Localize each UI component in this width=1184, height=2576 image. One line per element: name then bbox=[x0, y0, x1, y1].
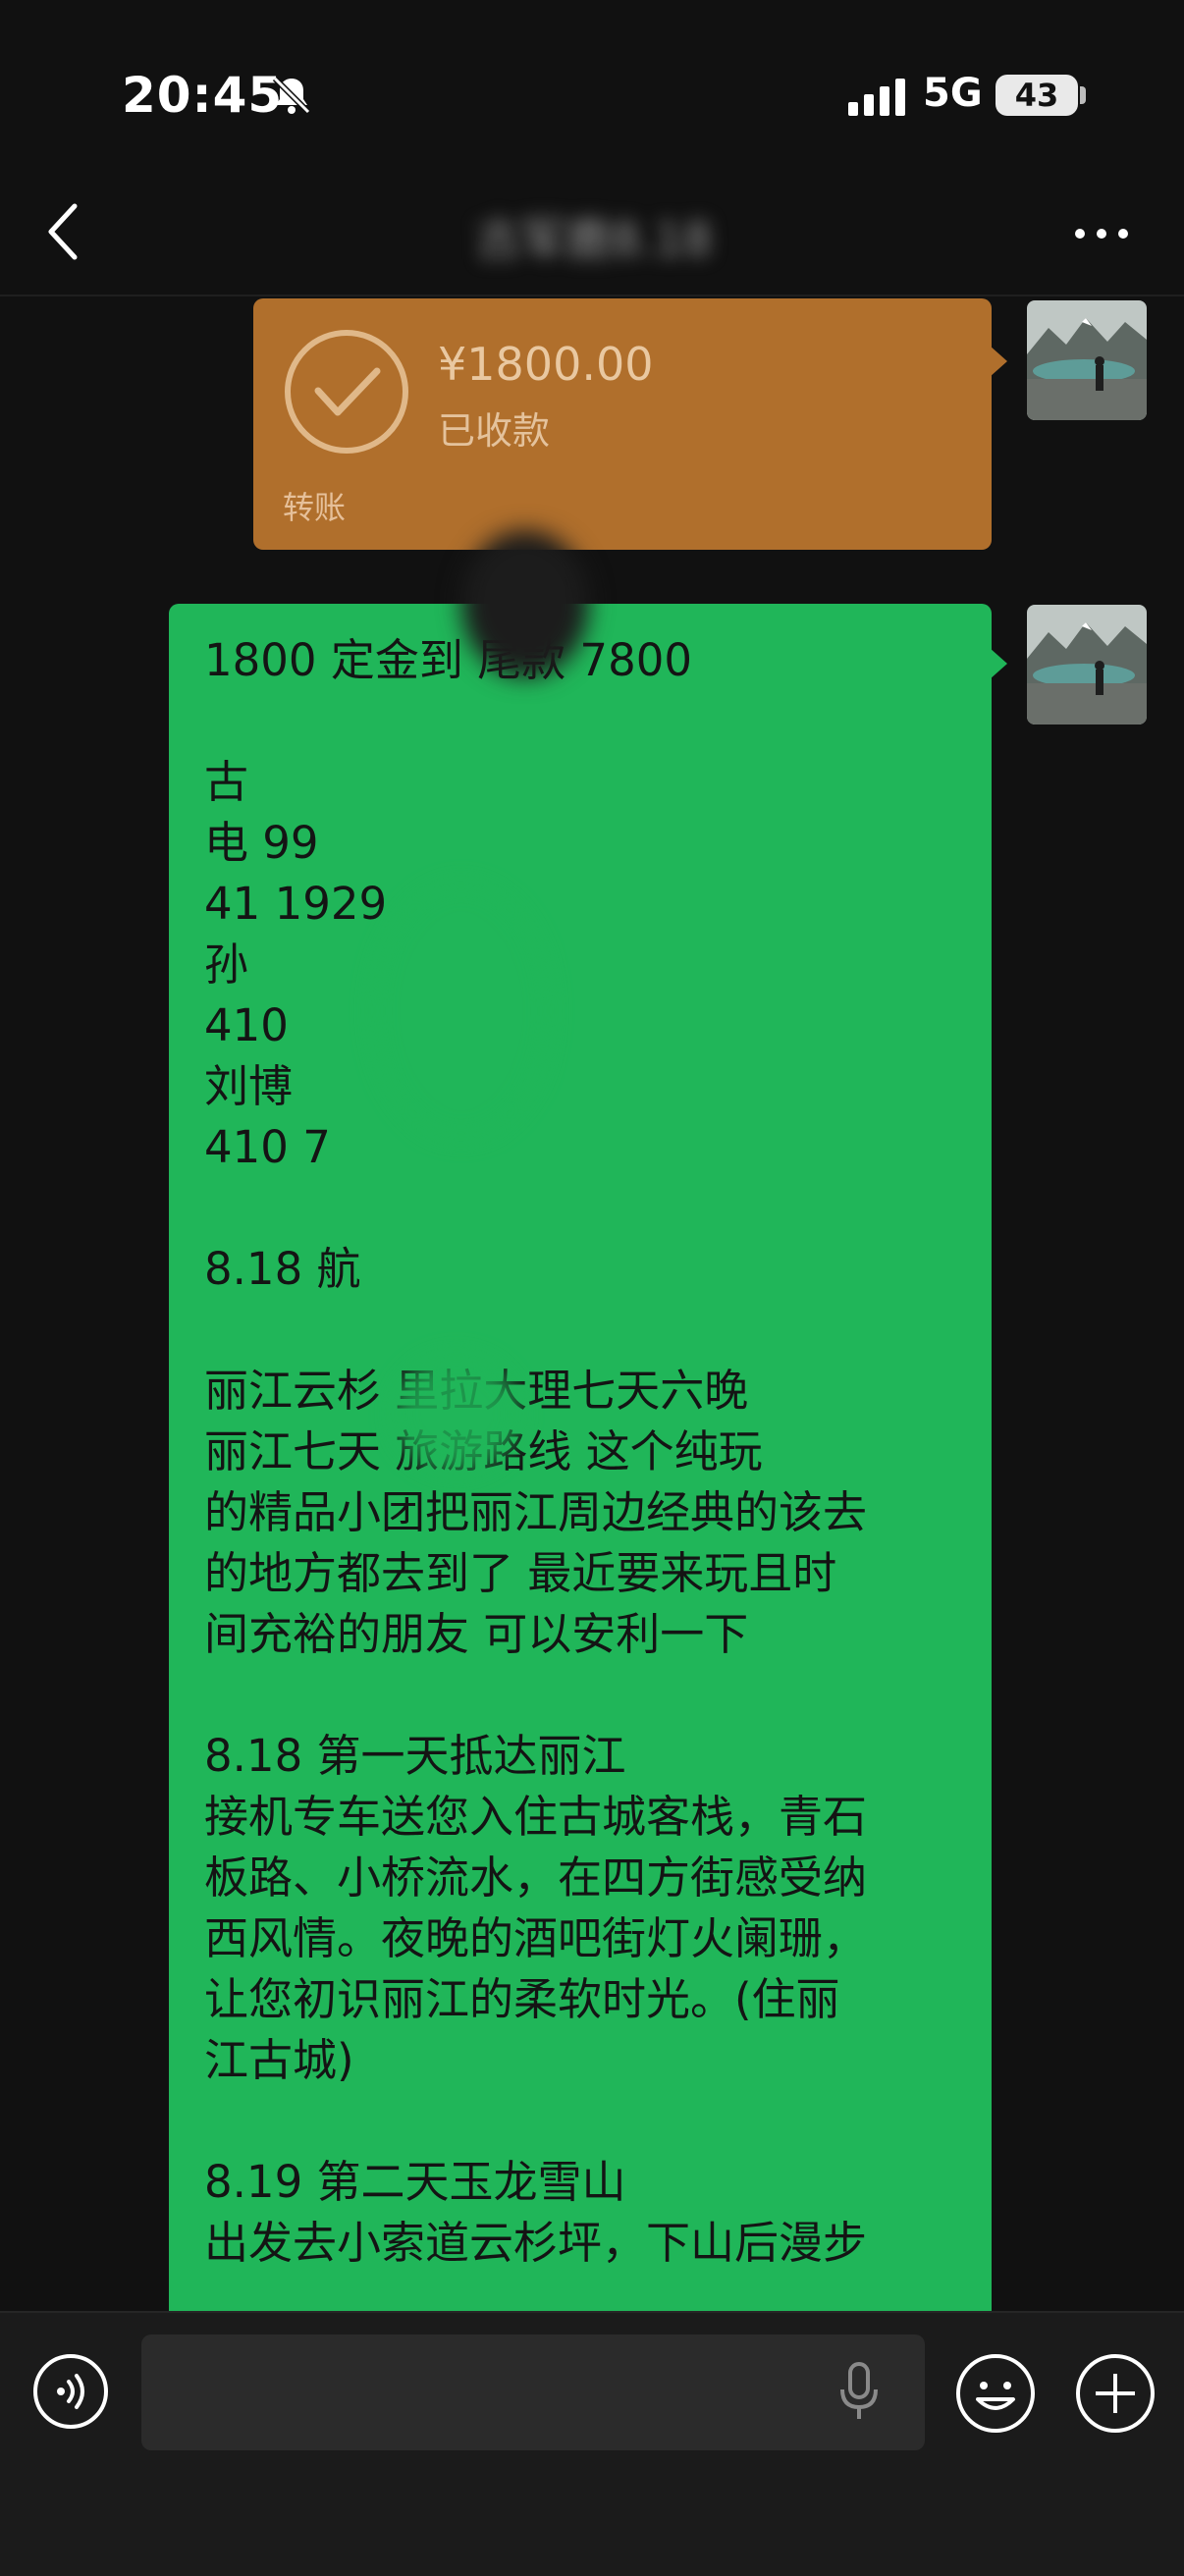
back-arrow-icon[interactable] bbox=[45, 200, 84, 263]
status-time: 20:45 bbox=[122, 67, 284, 124]
more-icon[interactable] bbox=[1074, 228, 1129, 240]
battery-tip bbox=[1080, 86, 1086, 104]
network-type: 5G bbox=[923, 71, 983, 116]
avatar[interactable] bbox=[1027, 300, 1147, 420]
transfer-amount: ¥1800.00 bbox=[438, 338, 654, 391]
bell-mute-icon bbox=[272, 76, 311, 115]
privacy-blur bbox=[393, 1355, 520, 1473]
transfer-bubble-tail bbox=[990, 346, 1007, 377]
message-bubble-tail bbox=[990, 648, 1007, 679]
mic-icon[interactable] bbox=[836, 2360, 882, 2425]
avatar[interactable] bbox=[1027, 605, 1147, 724]
privacy-blur bbox=[461, 530, 589, 677]
check-circle-icon bbox=[285, 330, 408, 454]
voice-icon[interactable] bbox=[31, 2352, 110, 2431]
transfer-status: 已收款 bbox=[438, 409, 551, 453]
plus-icon[interactable] bbox=[1074, 2352, 1157, 2435]
chat-title: 古军鹿8.18 bbox=[475, 213, 713, 266]
emoji-icon[interactable] bbox=[954, 2352, 1037, 2435]
transfer-label: 转账 bbox=[283, 489, 347, 526]
battery-level: 43 bbox=[996, 75, 1078, 116]
signal-icon bbox=[848, 79, 905, 116]
privacy-blur bbox=[373, 884, 550, 1139]
message-text: 1800 定金到 尾款 7800 古 电 99 41 1929 孙 410 刘博… bbox=[204, 634, 868, 2269]
message-input[interactable] bbox=[141, 2334, 925, 2450]
